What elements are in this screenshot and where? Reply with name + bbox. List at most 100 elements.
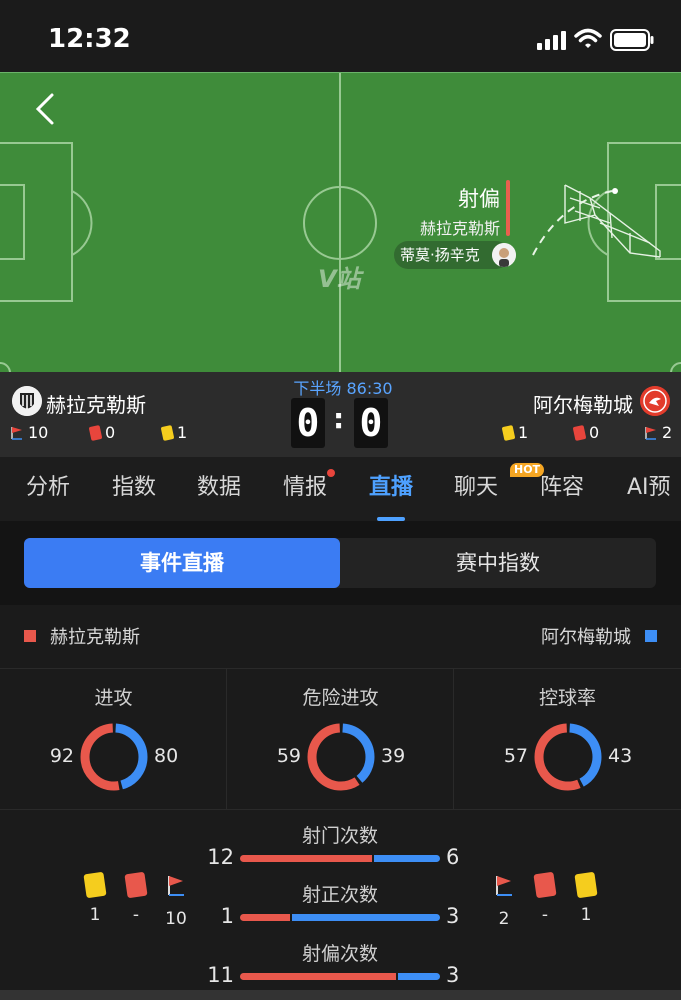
status-time: 12:32 (48, 24, 131, 54)
yellow-card-icon (83, 871, 107, 899)
event-team-color-bar (506, 180, 510, 236)
donut-dangerous-attack: 危险进攻 59 39 (227, 669, 454, 810)
red-card-icon (533, 871, 557, 899)
stat-away-value: 6 (446, 845, 460, 869)
donut-away-value: 39 (381, 745, 406, 767)
status-bar: 12:32 (0, 0, 681, 72)
away-yellow-card-stat: 1 (572, 871, 600, 925)
donut-home-value: 59 (276, 745, 301, 767)
goal-net (564, 184, 661, 258)
away-red-cards: 0 (572, 423, 599, 442)
home-corners: 10 (10, 423, 48, 442)
watermark: V站 (318, 265, 361, 293)
tab-analysis[interactable]: 分析 (26, 457, 70, 521)
main-tabs: 分析 指数 数据 情报 直播 聊天 HOT 阵容 AI预 (0, 457, 681, 521)
away-corners: 2 (644, 423, 672, 442)
tab-odds[interactable]: 指数 (112, 457, 156, 521)
red-card-icon (572, 424, 587, 441)
tab-intel-label: 情报 (283, 475, 328, 500)
home-corner-stat: 10 (162, 873, 190, 929)
home-legend: 赫拉克勒斯 (24, 623, 140, 649)
red-card-icon (124, 871, 148, 899)
scoreboard: 赫拉克勒斯 下半场 86:30 0 : 0 阿尔梅勒城 10 0 1 1 0 2 (0, 372, 681, 457)
home-red-card-value: - (132, 905, 140, 925)
tab-live[interactable]: 直播 (369, 457, 413, 521)
tab-intel[interactable]: 情报 (283, 457, 336, 521)
away-yellow-cards: 1 (501, 423, 528, 442)
stat-away-value: 3 (446, 963, 460, 987)
stat-home-value: 12 (207, 845, 234, 869)
away-legend-name: 阿尔梅勒城 (541, 627, 631, 648)
yellow-card-icon (160, 424, 175, 441)
divider (0, 809, 681, 810)
corner-flag-icon (168, 876, 184, 896)
donut-home-value: 57 (503, 745, 528, 767)
segmented-control: 事件直播 赛中指数 (24, 538, 656, 588)
donut-attack: 进攻 92 80 (0, 669, 227, 810)
live-events-button[interactable]: 事件直播 (24, 538, 340, 588)
stat-bar-away (397, 973, 440, 980)
stat-bar-home (240, 973, 396, 980)
stat-label: 射偏次数 (301, 943, 378, 965)
home-red-card-stat: - (122, 871, 150, 925)
away-legend: 阿尔梅勒城 (541, 623, 657, 649)
away-team-logo[interactable] (640, 386, 670, 416)
home-yellow-cards: 1 (160, 423, 188, 442)
event-team: 赫拉克勒斯 (419, 219, 500, 238)
tab-ai-prediction[interactable]: AI预 (627, 457, 671, 521)
tab-lineup[interactable]: HOT 阵容 (510, 457, 584, 521)
donut-label: 危险进攻 (302, 687, 379, 709)
stat-bar-home (240, 914, 290, 921)
home-yellow-card-value: 1 (89, 905, 101, 925)
corner-flag-icon (11, 426, 22, 440)
donut-home-value: 92 (49, 745, 74, 767)
corner-flag-icon (496, 876, 512, 896)
cellular-signal-icon (537, 31, 566, 50)
yellow-card-icon (501, 424, 516, 441)
wifi-icon (574, 28, 602, 48)
donut-ring (534, 723, 602, 791)
donut-possession: 控球率 57 43 (454, 669, 681, 810)
tab-data[interactable]: 数据 (197, 457, 241, 521)
donut-ring (307, 723, 375, 791)
home-score: 0 (291, 398, 325, 448)
away-score: 0 (354, 398, 388, 448)
donut-ring (80, 723, 148, 791)
donut-label: 进攻 (94, 687, 133, 709)
back-arrow-icon[interactable] (30, 91, 60, 127)
away-corner-value: 2 (498, 909, 510, 929)
stat-row-shots: 射门次数 12 6 (0, 821, 681, 877)
hot-badge: HOT (510, 463, 545, 477)
stat-label: 射门次数 (301, 825, 378, 847)
home-color-swatch (24, 630, 36, 642)
segmented-control-wrap: 事件直播 赛中指数 (0, 521, 681, 605)
home-team-logo[interactable] (12, 386, 42, 416)
player-avatar (492, 243, 516, 267)
away-yellow-card-value: 1 (580, 905, 592, 925)
stat-bar (240, 914, 440, 921)
home-red-cards: 0 (88, 423, 115, 442)
home-team-name[interactable]: 赫拉克勒斯 (46, 389, 146, 418)
stats-panel: 赫拉克勒斯 阿尔梅勒城 进攻 92 80 危险进攻 59 39 控球率 57 4… (0, 605, 681, 1000)
away-corners-value: 2 (662, 423, 673, 442)
event-type: 射偏 (458, 187, 500, 211)
home-yellow-cards-value: 1 (177, 423, 188, 442)
away-red-card-stat: - (531, 871, 559, 925)
in-play-odds-button[interactable]: 赛中指数 (340, 538, 656, 588)
corner-flag-icon (645, 426, 656, 440)
stat-bar (240, 973, 440, 980)
home-corners-value: 10 (28, 423, 49, 442)
away-team-name[interactable]: 阿尔梅勒城 (533, 389, 633, 418)
away-color-swatch (645, 630, 657, 642)
notification-dot (327, 469, 336, 477)
stat-bar (240, 855, 440, 862)
tab-chat[interactable]: 聊天 (454, 457, 498, 521)
pitch-lines (0, 73, 681, 372)
home-legend-name: 赫拉克勒斯 (50, 627, 140, 648)
donut-label: 控球率 (538, 687, 596, 709)
stat-label: 射正次数 (301, 884, 378, 906)
home-corner-value: 10 (165, 909, 187, 929)
home-yellow-card-stat: 1 (81, 871, 109, 925)
stat-row-shots-off-target: 射偏次数 11 3 (0, 939, 681, 995)
battery-icon (610, 29, 654, 51)
